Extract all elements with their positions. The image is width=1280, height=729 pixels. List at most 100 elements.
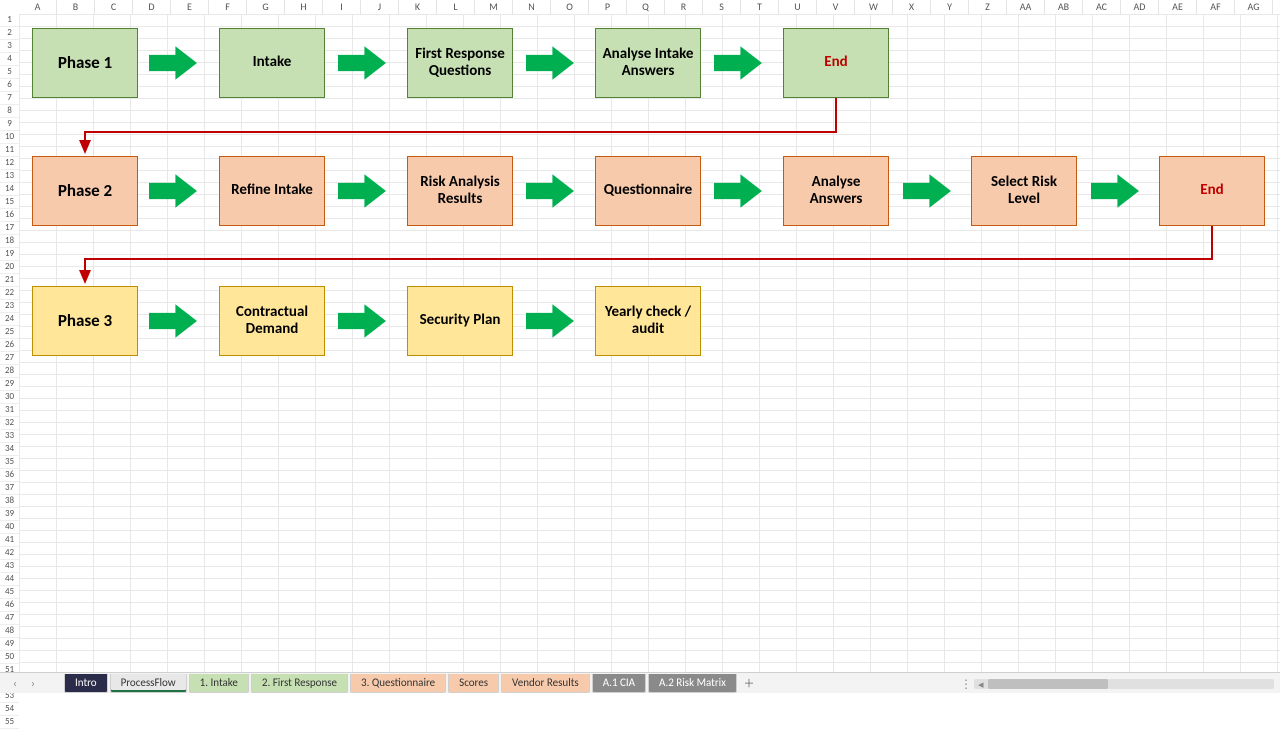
add-sheet-button[interactable]: ＋ [739, 675, 759, 691]
column-header[interactable]: B [57, 0, 95, 14]
phase1-step-analyse[interactable]: Analyse Intake Answers [595, 28, 701, 98]
arrow-icon[interactable] [1091, 173, 1139, 209]
row-header[interactable]: 24 [0, 313, 19, 326]
arrow-icon[interactable] [526, 45, 574, 81]
column-header[interactable]: G [247, 0, 285, 14]
arrow-icon[interactable] [149, 45, 197, 81]
column-header[interactable]: R [665, 0, 703, 14]
column-header[interactable]: AH [1273, 0, 1280, 14]
row-header[interactable]: 31 [0, 404, 19, 417]
column-header[interactable]: A [19, 0, 57, 14]
arrow-icon[interactable] [149, 303, 197, 339]
column-header[interactable]: J [361, 0, 399, 14]
row-header[interactable]: 35 [0, 456, 19, 469]
phase2-end-box[interactable]: End [1159, 156, 1265, 226]
row-header[interactable]: 14 [0, 183, 19, 196]
row-header[interactable]: 7 [0, 92, 19, 105]
row-header[interactable]: 8 [0, 105, 19, 118]
row-header[interactable]: 54 [0, 703, 19, 716]
sheet-tab-scores[interactable]: Scores [448, 674, 499, 693]
row-header[interactable]: 38 [0, 495, 19, 508]
row-header[interactable]: 25 [0, 326, 19, 339]
column-header[interactable]: AG [1235, 0, 1273, 14]
column-header[interactable]: D [133, 0, 171, 14]
phase1-end-box[interactable]: End [783, 28, 889, 98]
row-header[interactable]: 23 [0, 300, 19, 313]
scroll-left-icon[interactable]: ◂ [978, 678, 984, 691]
phase2-step-analyse-answers[interactable]: Analyse Answers [783, 156, 889, 226]
column-header[interactable]: I [323, 0, 361, 14]
column-header[interactable]: P [589, 0, 627, 14]
select-all-corner[interactable] [0, 0, 20, 15]
row-header[interactable]: 55 [0, 716, 19, 729]
phase1-title-box[interactable]: Phase 1 [32, 28, 138, 98]
phase3-step-contractual[interactable]: Contractual Demand [219, 286, 325, 356]
row-header[interactable]: 30 [0, 391, 19, 404]
row-header[interactable]: 43 [0, 560, 19, 573]
row-header[interactable]: 50 [0, 651, 19, 664]
phase3-title-box[interactable]: Phase 3 [32, 286, 138, 356]
row-header[interactable]: 46 [0, 599, 19, 612]
arrow-icon[interactable] [714, 173, 762, 209]
column-header[interactable]: AE [1159, 0, 1197, 14]
column-header[interactable]: Q [627, 0, 665, 14]
phase2-step-select-risk[interactable]: Select Risk Level [971, 156, 1077, 226]
phase3-step-security-plan[interactable]: Security Plan [407, 286, 513, 356]
row-header[interactable]: 11 [0, 144, 19, 157]
sheet-tab-1-intake[interactable]: 1. Intake [189, 674, 249, 693]
phase2-title-box[interactable]: Phase 2 [32, 156, 138, 226]
row-header[interactable]: 27 [0, 352, 19, 365]
column-header[interactable]: AD [1121, 0, 1159, 14]
sheet-tab-a-2-risk-matrix[interactable]: A.2 Risk Matrix [648, 674, 737, 693]
row-header[interactable]: 6 [0, 79, 19, 92]
row-header[interactable]: 49 [0, 638, 19, 651]
phase3-step-yearly-check[interactable]: Yearly check / audit [595, 286, 701, 356]
phase2-step-questionnaire[interactable]: Questionnaire [595, 156, 701, 226]
row-header[interactable]: 44 [0, 573, 19, 586]
column-header[interactable]: AF [1197, 0, 1235, 14]
row-header[interactable]: 28 [0, 365, 19, 378]
row-header[interactable]: 9 [0, 118, 19, 131]
sheet-tab-processflow[interactable]: ProcessFlow [110, 674, 187, 693]
row-header[interactable]: 13 [0, 170, 19, 183]
sheet-tab-2-first-response[interactable]: 2. First Response [251, 674, 348, 693]
column-header[interactable]: H [285, 0, 323, 14]
row-header[interactable]: 20 [0, 261, 19, 274]
column-header[interactable]: O [551, 0, 589, 14]
row-header[interactable]: 48 [0, 625, 19, 638]
row-header[interactable]: 16 [0, 209, 19, 222]
column-header[interactable]: AB [1045, 0, 1083, 14]
row-header[interactable]: 4 [0, 53, 19, 66]
row-header[interactable]: 5 [0, 66, 19, 79]
row-header[interactable]: 41 [0, 534, 19, 547]
column-header[interactable]: S [703, 0, 741, 14]
column-header[interactable]: F [209, 0, 247, 14]
row-header[interactable]: 39 [0, 508, 19, 521]
row-header[interactable]: 22 [0, 287, 19, 300]
column-header[interactable]: U [779, 0, 817, 14]
row-header[interactable]: 42 [0, 547, 19, 560]
row-header[interactable]: 17 [0, 222, 19, 235]
row-header[interactable]: 12 [0, 157, 19, 170]
arrow-icon[interactable] [526, 173, 574, 209]
row-header[interactable]: 3 [0, 40, 19, 53]
row-header[interactable]: 37 [0, 482, 19, 495]
row-header[interactable]: 15 [0, 196, 19, 209]
column-header[interactable]: X [893, 0, 931, 14]
column-header[interactable]: C [95, 0, 133, 14]
sheet-tab-vendor-results[interactable]: Vendor Results [501, 674, 590, 693]
row-header[interactable]: 47 [0, 612, 19, 625]
scrollbar-thumb[interactable] [988, 679, 1108, 689]
column-header[interactable]: L [437, 0, 475, 14]
phase2-step-refine[interactable]: Refine Intake [219, 156, 325, 226]
column-header[interactable]: Y [931, 0, 969, 14]
row-header[interactable]: 18 [0, 235, 19, 248]
column-header[interactable]: AC [1083, 0, 1121, 14]
column-header[interactable]: AA [1007, 0, 1045, 14]
row-header[interactable]: 2 [0, 27, 19, 40]
row-header[interactable]: 21 [0, 274, 19, 287]
arrow-icon[interactable] [338, 45, 386, 81]
column-header[interactable]: K [399, 0, 437, 14]
phase1-step-first-response[interactable]: First Response Questions [407, 28, 513, 98]
column-header[interactable]: V [817, 0, 855, 14]
